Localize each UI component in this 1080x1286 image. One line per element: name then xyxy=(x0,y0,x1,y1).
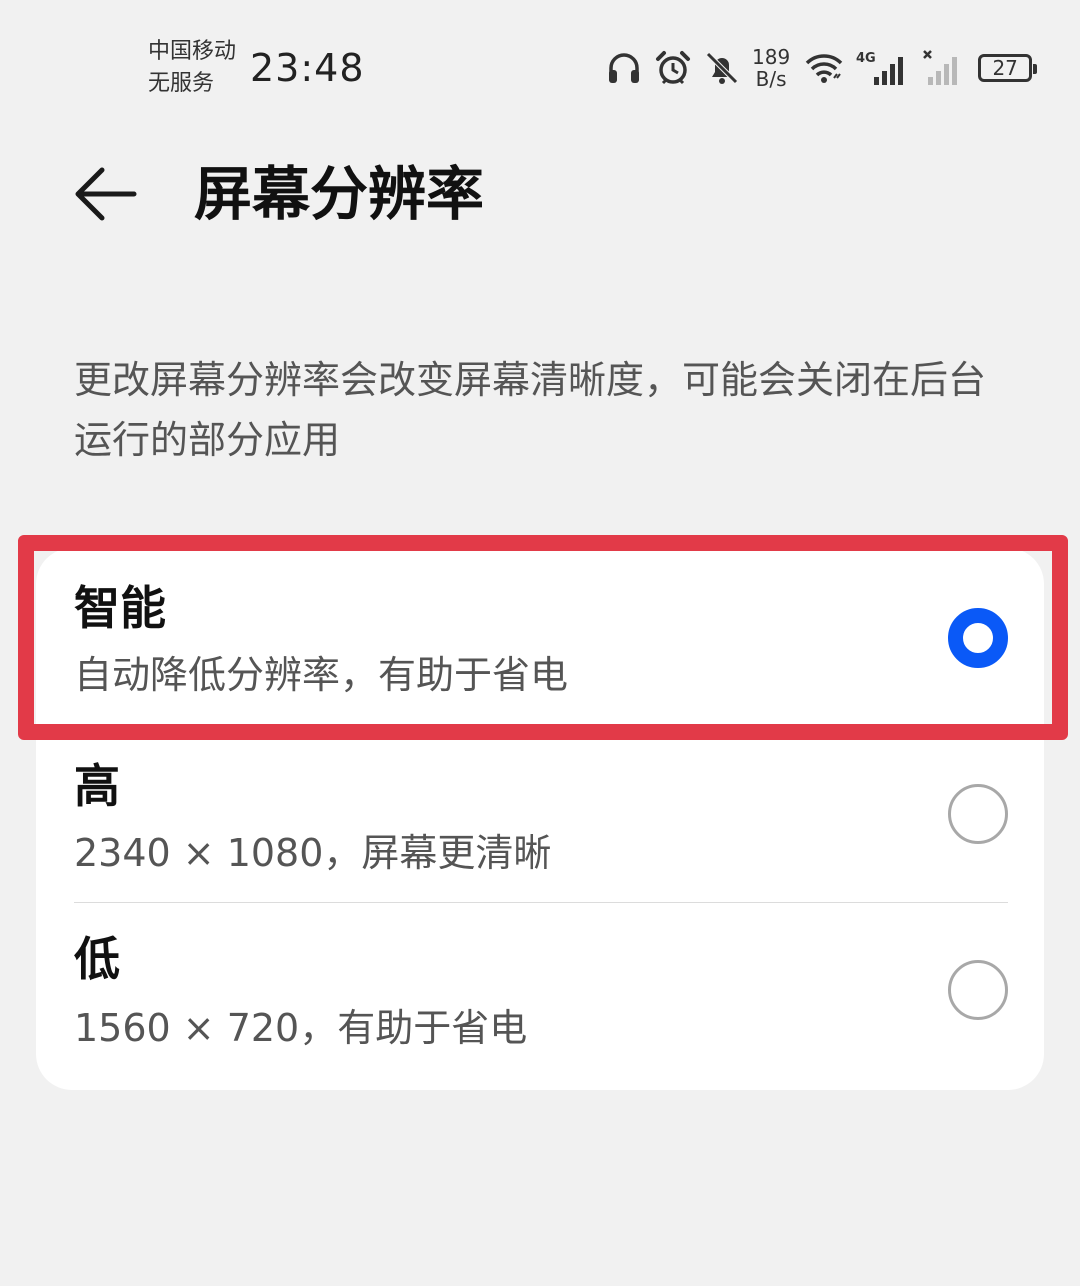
battery-icon: 27 xyxy=(978,54,1038,82)
radio-button-selected[interactable] xyxy=(948,608,1008,668)
option-title: 智能 xyxy=(74,581,166,635)
status-bar: 中国移动 无服务 23:48 189 B/s 4G 27 xyxy=(0,0,1080,120)
radio-button[interactable] xyxy=(948,784,1008,844)
option-high[interactable]: 高 2340 × 1080，屏幕更清晰 xyxy=(36,726,1044,902)
network-speed-unit: B/s xyxy=(755,67,787,91)
option-subtitle: 1560 × 720，有助于省电 xyxy=(74,1006,528,1050)
page-title: 屏幕分辨率 xyxy=(194,160,485,228)
carrier-service-status: 无服务 xyxy=(148,71,215,96)
svg-text:4G: 4G xyxy=(856,51,876,66)
bell-muted-icon xyxy=(704,50,740,86)
carrier-name: 中国移动 xyxy=(148,39,237,64)
radio-button[interactable] xyxy=(948,960,1008,1020)
signal-4g-icon: 4G xyxy=(856,49,910,87)
page-description: 更改屏幕分辨率会改变屏幕清晰度，可能会关闭在后台运行的部分应用 xyxy=(74,358,987,462)
carrier-info: 中国移动 无服务 xyxy=(148,36,236,100)
resolution-options-card: 智能 自动降低分辨率，有助于省电 高 2340 × 1080，屏幕更清晰 低 1… xyxy=(36,548,1044,1090)
network-speed: 189 B/s xyxy=(752,46,790,90)
wifi-icon xyxy=(804,50,844,86)
option-subtitle: 2340 × 1080，屏幕更清晰 xyxy=(74,831,552,875)
battery-level: 27 xyxy=(992,56,1018,80)
option-smart[interactable]: 智能 自动降低分辨率，有助于省电 xyxy=(36,548,1044,726)
network-speed-value: 189 xyxy=(752,45,791,69)
option-title: 高 xyxy=(74,759,120,813)
back-arrow-icon xyxy=(75,167,137,221)
option-title: 低 xyxy=(74,932,120,986)
option-subtitle: 自动降低分辨率，有助于省电 xyxy=(74,653,569,697)
back-button[interactable] xyxy=(70,160,142,228)
signal-no-service-icon xyxy=(922,49,962,87)
alarm-icon xyxy=(654,49,692,87)
status-icons: 189 B/s 4G 27 xyxy=(606,44,1038,92)
option-low[interactable]: 低 1560 × 720，有助于省电 xyxy=(36,903,1044,1090)
status-clock: 23:48 xyxy=(250,46,365,90)
headphones-icon xyxy=(606,50,642,86)
